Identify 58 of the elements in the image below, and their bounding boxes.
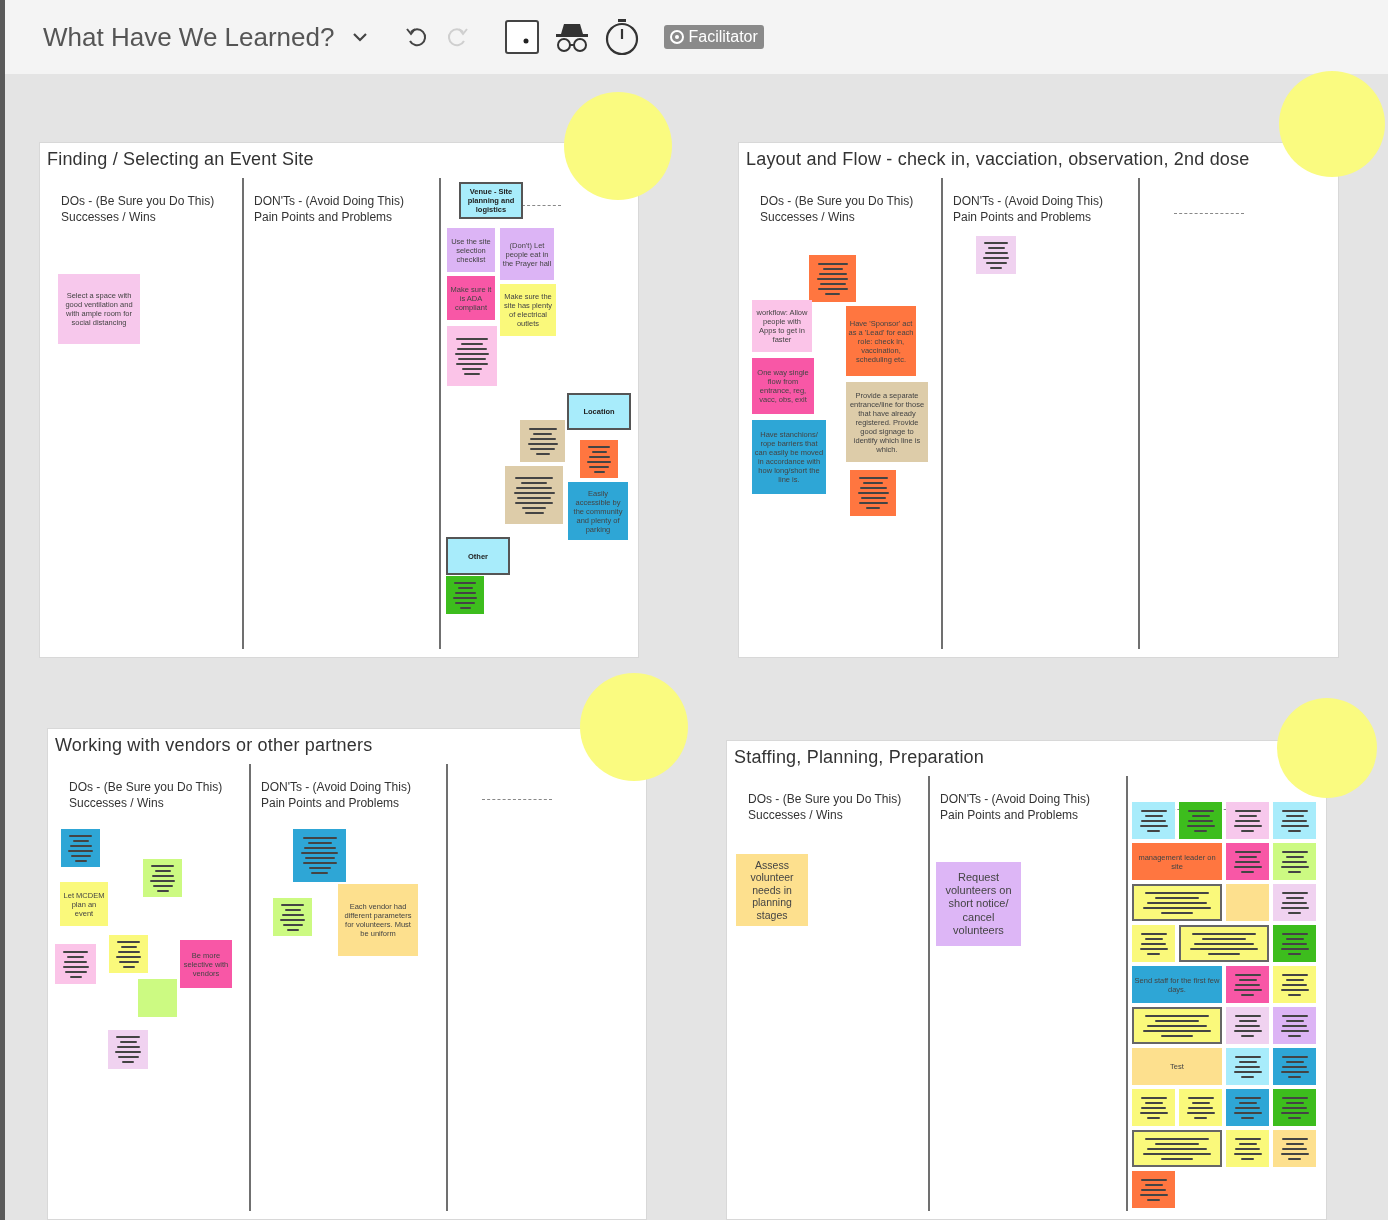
column-header: DON'Ts - (Avoid Doing This) Pain Points and Problems	[940, 791, 1090, 823]
sticky-note[interactable]	[850, 470, 896, 516]
timer-icon[interactable]	[604, 18, 641, 56]
column-header: DOs - (Be Sure you Do This) Successes / Wins	[61, 193, 215, 225]
sticky-note[interactable]	[505, 466, 563, 524]
sticky-note[interactable]	[1132, 925, 1175, 962]
section-title: Layout and Flow - check in, vacciation, observation, 2nd dose	[746, 149, 1250, 170]
board-title: What Have We Learned?	[43, 21, 335, 53]
sticky-note[interactable]	[273, 898, 312, 936]
sticky-note[interactable]	[1273, 1089, 1316, 1126]
sticky-note[interactable]	[108, 1030, 148, 1069]
sticky-note[interactable]	[55, 944, 96, 984]
column-header: DOs - (Be Sure you Do This) Successes / Wins	[69, 779, 223, 811]
sticky-note[interactable]: Request volunteers on short notice/ cancel volunteers	[936, 862, 1021, 946]
sticky-note[interactable]	[1179, 802, 1222, 839]
sticky-note[interactable]	[1273, 884, 1316, 921]
column-header: DOs - (Be Sure you Do This) Successes / Wins	[748, 791, 902, 823]
sticky-note[interactable]	[1273, 843, 1316, 880]
sticky-note[interactable]	[1179, 925, 1269, 962]
section-title: Working with vendors or other partners	[55, 735, 373, 756]
column-header: DON'Ts - (Avoid Doing This) Pain Points and Problems	[254, 193, 404, 225]
chevron-down-icon[interactable]	[352, 31, 369, 43]
sticky-note[interactable]	[1226, 1048, 1269, 1085]
column-header: DOs - (Be Sure you Do This) Successes / Wins	[760, 193, 914, 225]
sticky-note[interactable]	[1132, 802, 1175, 839]
sticky-note[interactable]	[580, 440, 618, 478]
sticky-note[interactable]	[447, 326, 497, 386]
sticky-note[interactable]	[1273, 925, 1316, 962]
column-header: DON'Ts - (Avoid Doing This) Pain Points and Problems	[261, 779, 411, 811]
section-title: Staffing, Planning, Preparation	[734, 747, 985, 768]
canvas-icon[interactable]	[504, 19, 541, 55]
sticky-note[interactable]	[1226, 1007, 1269, 1044]
sticky-note[interactable]	[1132, 1171, 1175, 1208]
sticky-note[interactable]	[1179, 1089, 1222, 1126]
sticky-note[interactable]	[976, 236, 1016, 274]
sticky-note[interactable]	[1132, 1130, 1222, 1167]
sticky-note[interactable]	[61, 829, 100, 867]
sticky-note[interactable]	[1132, 884, 1222, 921]
sticky-note[interactable]	[293, 829, 346, 882]
sticky-note[interactable]	[1273, 1048, 1316, 1085]
sticky-note[interactable]	[446, 576, 484, 614]
sticky-note[interactable]	[1226, 802, 1269, 839]
column-header: DON'Ts - (Avoid Doing This) Pain Points and Problems	[953, 193, 1103, 225]
sticky-note[interactable]: Assess volunteer needs in planning stages	[736, 854, 808, 926]
sticky-note[interactable]	[109, 935, 148, 973]
sticky-note[interactable]	[1273, 1007, 1316, 1044]
section-title: Finding / Selecting an Event Site	[47, 149, 314, 170]
sticky-note[interactable]	[1226, 1089, 1269, 1126]
sticky-note[interactable]	[1273, 966, 1316, 1003]
sticky-note[interactable]	[1132, 1089, 1175, 1126]
role-badge: Facilitator	[664, 25, 764, 49]
sticky-note[interactable]	[1226, 1130, 1269, 1167]
sticky-note[interactable]	[1132, 1007, 1222, 1044]
sticky-note[interactable]	[1273, 802, 1316, 839]
sticky-note[interactable]	[1273, 1130, 1316, 1167]
sticky-note[interactable]	[143, 859, 182, 897]
sticky-note[interactable]	[809, 255, 856, 302]
sticky-note[interactable]	[520, 420, 565, 462]
